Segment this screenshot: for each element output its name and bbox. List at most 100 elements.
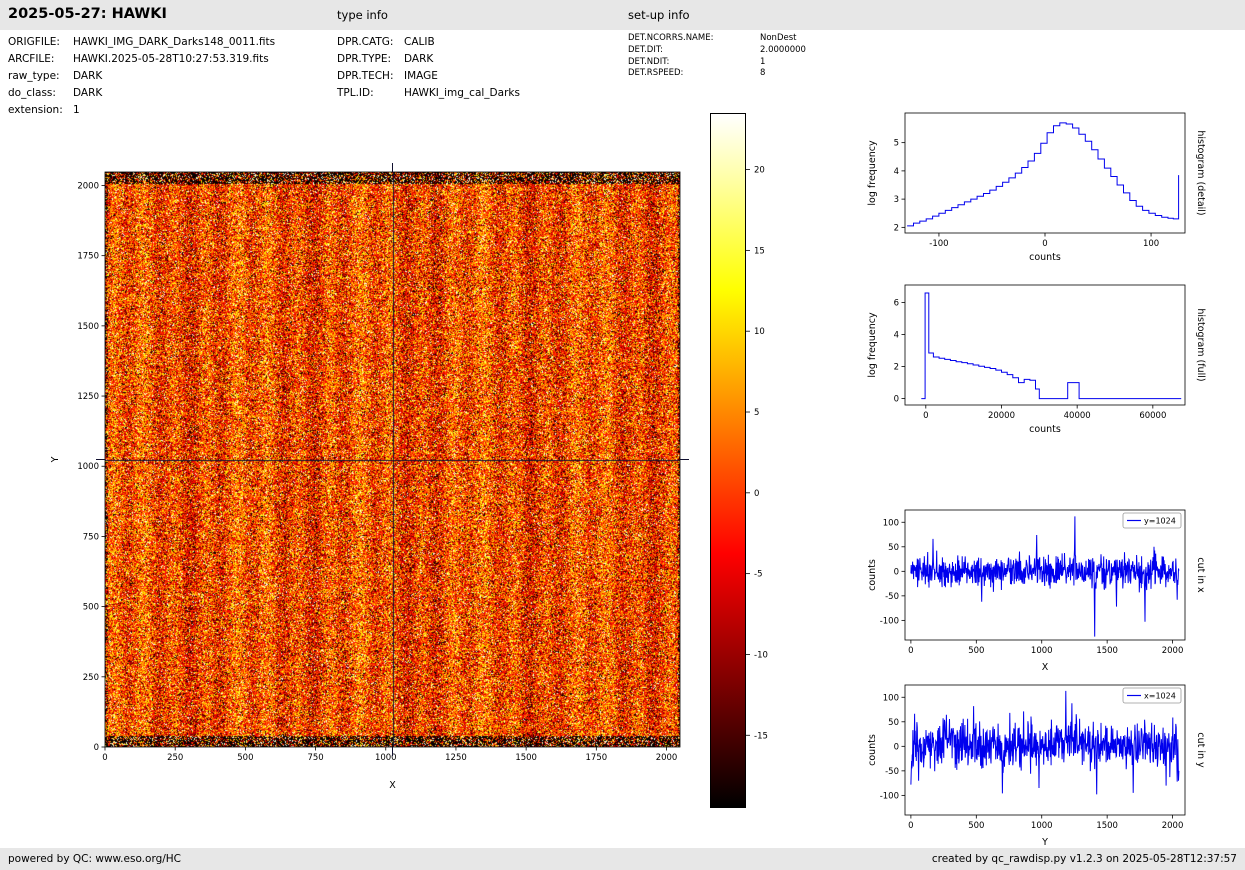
svg-text:0: 0 <box>908 821 913 831</box>
metadata-row: raw_type:DARK <box>8 68 275 85</box>
svg-text:0: 0 <box>923 411 928 421</box>
metadata-label: do_class: <box>8 85 73 102</box>
svg-text:2000: 2000 <box>656 753 678 763</box>
svg-text:1500: 1500 <box>77 322 99 332</box>
svg-text:0: 0 <box>754 489 759 499</box>
detector-image-svg: 0250500750100012501500175020000250500750… <box>40 160 740 808</box>
detector-image-plot: 0250500750100012501500175020000250500750… <box>40 160 740 810</box>
svg-text:4: 4 <box>894 331 899 341</box>
metadata-label: DPR.TECH: <box>337 68 404 85</box>
metadata-row: extension:1 <box>8 102 275 119</box>
svg-text:0: 0 <box>908 646 913 656</box>
metadata-label: DET.DIT: <box>628 45 760 57</box>
histogram-detail-plot: -10001002345countslog frequencyhistogram… <box>855 105 1215 281</box>
svg-text:1750: 1750 <box>586 753 608 763</box>
svg-text:1000: 1000 <box>77 462 99 472</box>
svg-text:-15: -15 <box>754 731 768 741</box>
metadata-row: DET.RSPEED:8 <box>628 68 806 80</box>
qc-report-page: 2025-05-27: HAWKI type info set-up info … <box>0 0 1245 870</box>
metadata-value: 1 <box>760 57 765 67</box>
svg-text:1250: 1250 <box>445 753 467 763</box>
metadata-label: DET.NCORRS.NAME: <box>628 33 760 45</box>
svg-text:250: 250 <box>167 753 183 763</box>
type-info-heading: type info <box>337 8 388 22</box>
metadata-value: 1 <box>73 104 80 116</box>
svg-text:40000: 40000 <box>1064 411 1091 421</box>
legend: x=1024 <box>1123 688 1181 703</box>
svg-text:2000: 2000 <box>1162 646 1184 656</box>
svg-text:counts: counts <box>1029 424 1061 435</box>
svg-text:2000: 2000 <box>1162 821 1184 831</box>
svg-text:50: 50 <box>888 718 899 728</box>
histogram-full-line <box>921 293 1181 399</box>
setup-info-block: DET.NCORRS.NAME:NonDestDET.DIT:2.0000000… <box>628 33 806 80</box>
metadata-label: DPR.CATG: <box>337 34 404 51</box>
svg-text:cut in x: cut in x <box>1195 557 1206 593</box>
metadata-label: DET.NDIT: <box>628 57 760 69</box>
metadata-value: DARK <box>404 53 433 65</box>
metadata-row: ORIGFILE:HAWKI_IMG_DARK_Darks148_0011.fi… <box>8 34 275 51</box>
svg-text:3: 3 <box>894 195 899 205</box>
cut-in-y-svg: 0500100015002000-100-50050100Ycountscut … <box>855 677 1215 863</box>
metadata-value: DARK <box>73 70 102 82</box>
svg-text:50: 50 <box>888 543 899 553</box>
svg-text:x=1024: x=1024 <box>1144 692 1176 701</box>
svg-text:counts: counts <box>867 559 878 591</box>
page-title: 2025-05-27: HAWKI <box>8 6 167 22</box>
svg-text:1500: 1500 <box>1096 821 1118 831</box>
setup-info-heading: set-up info <box>628 8 690 22</box>
histogram-full-svg: 02000040000600000246countslog frequencyh… <box>855 277 1215 449</box>
svg-text:0: 0 <box>894 395 899 405</box>
svg-text:Y: Y <box>1041 837 1048 848</box>
metadata-value: IMAGE <box>404 70 438 82</box>
metadata-row: DPR.TECH:IMAGE <box>337 68 520 85</box>
svg-text:-100: -100 <box>880 791 899 801</box>
svg-text:6: 6 <box>894 299 899 309</box>
svg-text:-10: -10 <box>754 650 768 660</box>
histogram-full-plot: 02000040000600000246countslog frequencyh… <box>855 277 1215 453</box>
svg-text:1250: 1250 <box>77 392 99 402</box>
svg-text:500: 500 <box>237 753 253 763</box>
footer-right-text: created by qc_rawdisp.py v1.2.3 on 2025-… <box>932 853 1237 865</box>
metadata-row: TPL.ID:HAWKI_img_cal_Darks <box>337 85 520 102</box>
metadata-row: DET.DIT:2.0000000 <box>628 45 806 57</box>
svg-text:counts: counts <box>1029 252 1061 263</box>
svg-text:2: 2 <box>894 223 899 233</box>
legend: y=1024 <box>1123 513 1181 528</box>
svg-text:1750: 1750 <box>77 252 99 262</box>
metadata-label: extension: <box>8 102 73 119</box>
svg-text:500: 500 <box>968 821 984 831</box>
svg-text:Y: Y <box>50 456 61 463</box>
svg-text:1500: 1500 <box>515 753 537 763</box>
metadata-row: DPR.CATG:CALIB <box>337 34 520 51</box>
metadata-row: do_class:DARK <box>8 85 275 102</box>
svg-text:2: 2 <box>894 363 899 373</box>
svg-text:cut in y: cut in y <box>1195 732 1206 768</box>
svg-text:20000: 20000 <box>988 411 1015 421</box>
svg-text:1500: 1500 <box>1096 646 1118 656</box>
cut-in-x-svg: 0500100015002000-100-50050100Xcountscut … <box>855 502 1215 688</box>
cut-in-y-line <box>911 691 1179 795</box>
svg-text:y=1024: y=1024 <box>1144 517 1176 526</box>
svg-text:2000: 2000 <box>77 181 99 191</box>
svg-text:0: 0 <box>894 742 899 752</box>
svg-text:0: 0 <box>94 743 99 753</box>
svg-text:1000: 1000 <box>375 753 397 763</box>
metadata-value: HAWKI.2025-05-28T10:27:53.319.fits <box>73 53 269 65</box>
svg-text:counts: counts <box>867 734 878 766</box>
svg-text:0: 0 <box>1042 239 1047 249</box>
metadata-row: DET.NCORRS.NAME:NonDest <box>628 33 806 45</box>
histogram-detail-line <box>907 123 1179 226</box>
metadata-value: HAWKI_IMG_DARK_Darks148_0011.fits <box>73 36 275 48</box>
file-info-block: ORIGFILE:HAWKI_IMG_DARK_Darks148_0011.fi… <box>8 34 275 119</box>
svg-text:500: 500 <box>83 603 99 613</box>
metadata-row: ARCFILE:HAWKI.2025-05-28T10:27:53.319.fi… <box>8 51 275 68</box>
type-info-block: DPR.CATG:CALIBDPR.TYPE:DARKDPR.TECH:IMAG… <box>337 34 520 102</box>
svg-text:-50: -50 <box>885 767 899 777</box>
svg-text:0: 0 <box>102 753 107 763</box>
svg-text:750: 750 <box>83 532 99 542</box>
svg-text:1000: 1000 <box>1031 646 1053 656</box>
svg-text:log frequency: log frequency <box>867 312 878 378</box>
metadata-value: DARK <box>73 87 102 99</box>
metadata-value: NonDest <box>760 33 796 43</box>
